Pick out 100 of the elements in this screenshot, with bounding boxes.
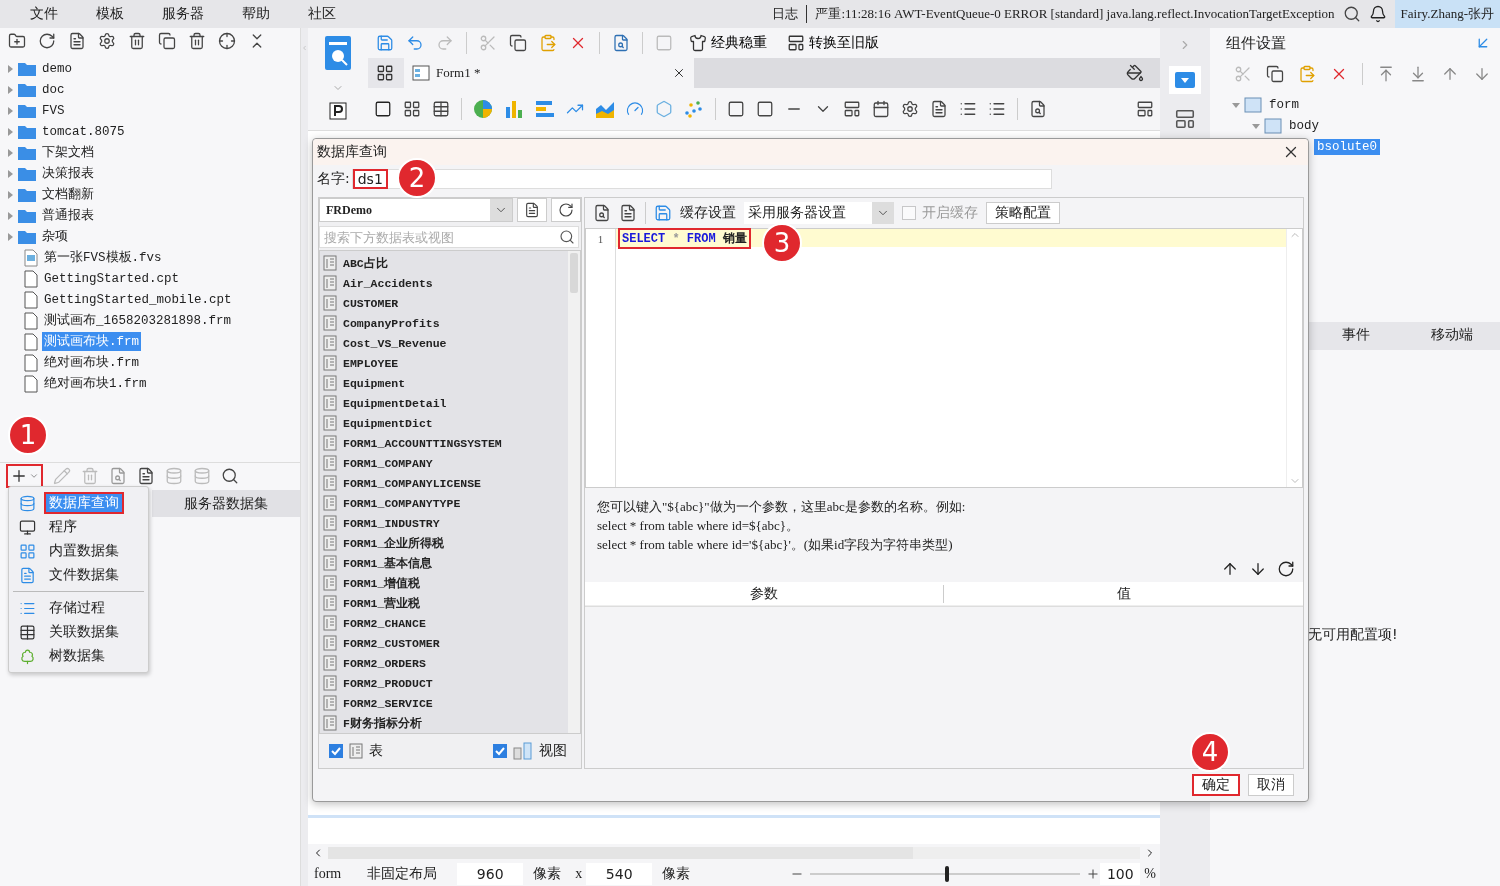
expand-caret-icon[interactable] (6, 190, 14, 199)
table-item[interactable]: FORM1_ACCOUNTTINGSYSTEM (343, 436, 502, 450)
menu-item[interactable]: 文件数据集 (44, 564, 124, 586)
layout-icon[interactable] (787, 34, 805, 52)
database-icon[interactable] (165, 466, 183, 485)
settings-icon[interactable] (98, 32, 116, 50)
height-field[interactable]: 540 (586, 863, 653, 885)
cancel-button[interactable]: 取消 (1248, 774, 1294, 796)
scatter-chart-icon[interactable] (684, 99, 704, 119)
parameter-icon[interactable] (329, 102, 347, 120)
monitor-icon[interactable] (19, 518, 36, 536)
file-tree-item[interactable]: 第一张FVS模板.fvs (42, 248, 164, 267)
add-grid-icon[interactable] (376, 64, 394, 82)
gauge-icon[interactable] (626, 100, 644, 118)
grid-icon[interactable] (19, 542, 36, 560)
table-item[interactable]: F财务指标分析 (343, 715, 422, 731)
expand-caret-icon[interactable] (6, 64, 14, 73)
horizontal-bar-chart-icon[interactable] (535, 99, 555, 119)
table-item[interactable]: Cost_VS_Revenue (343, 336, 447, 350)
form-tab[interactable]: Form1 * (436, 65, 481, 81)
search-icon[interactable] (559, 229, 575, 245)
table-item[interactable]: EquipmentDetail (343, 396, 447, 410)
user-name[interactable]: Fairy.Zhang-张丹 (1394, 0, 1500, 28)
refresh-icon[interactable] (1277, 560, 1295, 578)
expand-caret-icon[interactable] (6, 232, 14, 241)
layout-icon[interactable] (1136, 100, 1154, 118)
copy-icon[interactable] (158, 32, 176, 50)
tree-item[interactable]: body (1286, 117, 1322, 134)
label-icon[interactable] (756, 100, 774, 118)
expand-caret-icon[interactable] (6, 106, 14, 115)
strategy-button[interactable]: 策略配置 (986, 202, 1060, 224)
refresh-button[interactable] (551, 198, 581, 222)
panel-icon[interactable] (843, 100, 861, 118)
refresh-icon[interactable] (38, 32, 56, 50)
bar-chart-icon[interactable] (504, 99, 524, 119)
grid-layout-icon[interactable] (403, 100, 421, 118)
expand-caret-icon[interactable] (6, 211, 14, 220)
table-icon[interactable] (19, 623, 36, 641)
panel-tab[interactable]: 事件 (1308, 322, 1404, 350)
delete-icon[interactable] (128, 32, 146, 50)
file-tree-item[interactable]: 绝对画布块.frm (42, 353, 141, 372)
table-item[interactable]: FORM1_基本信息 (343, 555, 433, 571)
close-icon[interactable] (672, 66, 686, 80)
database-icon[interactable] (193, 466, 211, 485)
copy-icon[interactable] (509, 34, 527, 52)
undo-icon[interactable] (406, 34, 424, 52)
move-down-icon[interactable] (1249, 560, 1267, 578)
table-item[interactable]: EquipmentDict (343, 416, 433, 430)
paint-bucket-icon[interactable] (1126, 64, 1144, 82)
radio-list-icon[interactable] (959, 100, 977, 118)
file-tree-item[interactable]: FVS (40, 102, 67, 119)
search-icon[interactable] (221, 466, 239, 485)
table-item[interactable]: CUSTOMER (343, 296, 399, 310)
calendar-icon[interactable] (872, 100, 890, 118)
table-item[interactable]: FORM2_CUSTOMER (343, 636, 440, 650)
cut-icon[interactable] (479, 34, 497, 52)
cut-icon[interactable] (1234, 65, 1252, 83)
table-item[interactable]: FORM1_INDUSTRY (343, 516, 440, 530)
paste-icon[interactable] (539, 34, 557, 52)
file-tree-item[interactable]: doc (40, 81, 67, 98)
file-tree-item[interactable]: GettingStarted.cpt (42, 270, 182, 287)
copy-icon[interactable] (1266, 65, 1284, 83)
dropdown-widget-icon[interactable] (1175, 72, 1195, 88)
table-item[interactable]: FORM1_营业税 (343, 595, 421, 611)
expand-caret-icon[interactable] (6, 127, 14, 136)
paste-icon[interactable] (1298, 65, 1316, 83)
table-item[interactable]: Air_Accidents (343, 276, 433, 290)
table-layout-icon[interactable] (432, 100, 450, 118)
connection-select[interactable]: FRDemo (319, 198, 513, 222)
table-item[interactable]: FORM2_ORDERS (343, 656, 426, 670)
tree-icon[interactable] (19, 647, 36, 665)
menu-item[interactable]: 关联数据集 (44, 621, 124, 643)
log-label[interactable]: 日志 (772, 5, 808, 23)
block-icon[interactable] (374, 100, 392, 118)
cache-mode-select[interactable]: 采用服务器设置 (744, 202, 894, 224)
document-icon[interactable] (524, 202, 540, 218)
search-document-icon[interactable] (1029, 100, 1047, 118)
zoom-field[interactable]: 100 (1100, 863, 1141, 885)
search-document-icon[interactable] (612, 34, 630, 52)
expand-caret-icon[interactable] (6, 85, 14, 94)
table-item[interactable]: CompanyProfits (343, 316, 440, 330)
search-field[interactable]: 搜索下方数据表或视图 (319, 226, 579, 248)
edit-icon[interactable] (53, 466, 71, 485)
table-item[interactable]: FORM1_企业所得税 (343, 535, 445, 551)
zoom-in-icon[interactable] (1086, 867, 1101, 881)
table-item[interactable]: FORM1_COMPANY (343, 456, 433, 470)
move-top-icon[interactable] (1377, 65, 1395, 83)
table-item[interactable]: FORM1_增值税 (343, 575, 421, 591)
bell-icon[interactable] (1368, 5, 1387, 23)
locate-icon[interactable] (218, 32, 236, 50)
ok-button[interactable]: 确定 (1192, 774, 1240, 796)
table-item[interactable]: Equipment (343, 376, 406, 390)
dataset-tab[interactable]: 服务器数据集 (152, 490, 300, 517)
convert-button[interactable]: 转换至旧版 (783, 34, 883, 52)
document-icon[interactable] (68, 32, 86, 50)
file-tree-item[interactable]: 决策报表 (40, 164, 96, 183)
redo-icon[interactable] (436, 34, 454, 52)
file-tree-item[interactable]: demo (40, 60, 74, 77)
menu-item[interactable]: 程序 (44, 516, 82, 538)
table-item[interactable]: FORM1_COMPANYLICENSE (343, 476, 482, 490)
